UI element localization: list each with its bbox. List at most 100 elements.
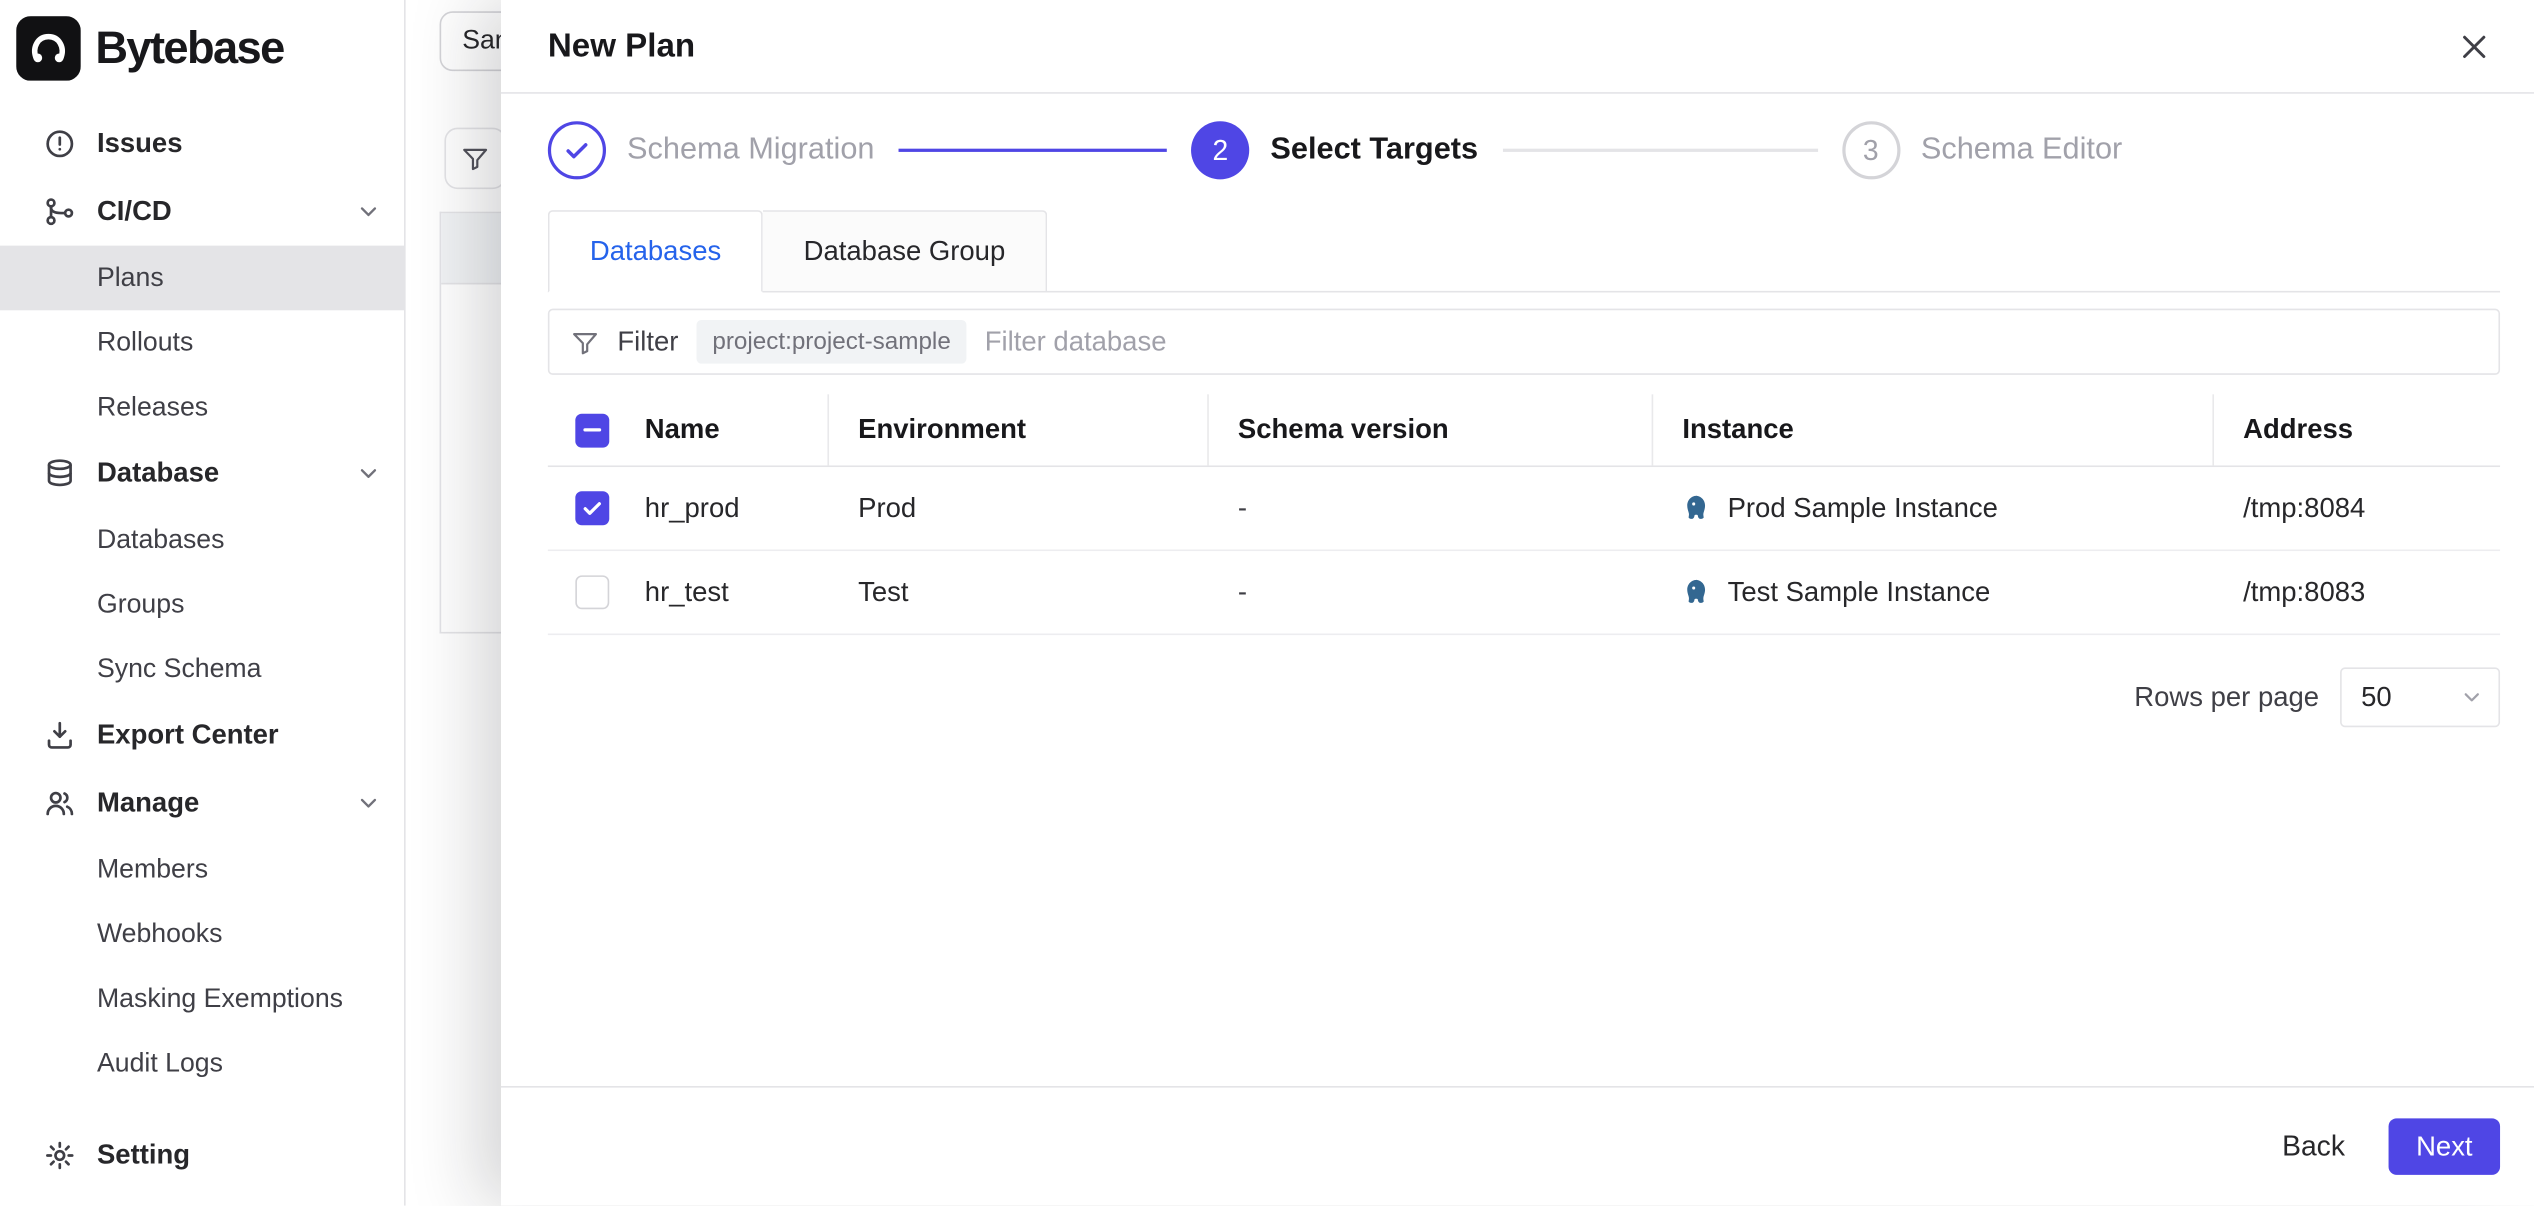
background-filter-button[interactable] xyxy=(444,127,506,190)
sidebar-item-webhooks[interactable]: Webhooks xyxy=(0,902,404,967)
indeterminate-dash-icon xyxy=(583,427,602,432)
column-header-schema-version: Schema version xyxy=(1237,413,1449,445)
sidebar-item-cicd[interactable]: CI/CD xyxy=(0,178,404,246)
sidebar-item-label: Manage xyxy=(96,787,200,818)
database-row-hr-test[interactable]: hr_test Test - Test Sample Instance /tmp… xyxy=(547,551,2501,636)
sidebar: Bytebase Issues CI/CD Plans Rollouts Rel… xyxy=(0,0,406,1206)
select-all-checkbox[interactable] xyxy=(575,412,610,447)
rows-per-page-select[interactable]: 50 xyxy=(2340,667,2501,728)
schema-version: - xyxy=(1237,576,1248,607)
database-filter-bar[interactable]: Filter project:project-sample xyxy=(547,308,2501,375)
sidebar-item-releases[interactable]: Releases xyxy=(0,375,404,440)
step-schema-migration: Schema Migration xyxy=(547,121,875,180)
sidebar-item-export-center[interactable]: Export Center xyxy=(0,701,404,769)
tab-databases[interactable]: Databases xyxy=(547,210,764,293)
step-connector xyxy=(1502,148,1818,152)
app-name: Bytebase xyxy=(95,22,285,73)
funnel-icon xyxy=(461,144,490,173)
next-button[interactable]: Next xyxy=(2388,1118,2501,1175)
sidebar-item-label: Setting xyxy=(96,1139,191,1171)
sidebar-item-label: Webhooks xyxy=(96,918,223,948)
check-icon xyxy=(561,134,593,166)
filter-label: Filter xyxy=(617,325,679,357)
tab-label: Databases xyxy=(589,235,722,266)
step-label: Select Targets xyxy=(1270,132,1479,167)
sidebar-item-setting[interactable]: Setting xyxy=(0,1122,404,1190)
chevron-down-icon xyxy=(356,461,382,487)
row-checkbox[interactable] xyxy=(575,575,610,610)
export-icon xyxy=(44,719,76,751)
environment-name: Test xyxy=(858,576,909,607)
step-done-circle xyxy=(547,121,607,180)
database-row-hr-prod[interactable]: hr_prod Prod - Prod Sample Instance /tmp… xyxy=(547,467,2501,552)
sidebar-item-databases[interactable]: Databases xyxy=(0,507,404,572)
instance-name: Test Sample Instance xyxy=(1727,576,1991,607)
sidebar-item-masking-exemptions[interactable]: Masking Exemptions xyxy=(0,966,404,1031)
pipeline-icon xyxy=(44,196,76,228)
environment-name: Prod xyxy=(858,492,917,523)
sidebar-item-members[interactable]: Members xyxy=(0,837,404,902)
schema-version: - xyxy=(1237,492,1248,523)
issues-icon xyxy=(44,128,76,160)
sidebar-item-label: Issues xyxy=(96,127,183,159)
tab-database-group[interactable]: Database Group xyxy=(763,210,1048,293)
column-header-instance: Instance xyxy=(1682,413,1794,445)
databases-table: Name Environment Schema version Instance… xyxy=(547,394,2501,636)
step-connector-done xyxy=(898,148,1168,152)
sidebar-item-label: Masking Exemptions xyxy=(96,983,343,1013)
sidebar-item-database[interactable]: Database xyxy=(0,440,404,508)
sidebar-item-label: Audit Logs xyxy=(96,1048,223,1078)
sidebar-item-groups[interactable]: Groups xyxy=(0,572,404,637)
close-icon[interactable] xyxy=(2456,28,2492,64)
step-number: 2 xyxy=(1212,133,1229,166)
bytebase-logo[interactable]: Bytebase xyxy=(0,0,404,97)
database-icon xyxy=(44,457,76,489)
app-viewport: Bytebase Issues CI/CD Plans Rollouts Rel… xyxy=(0,0,2534,1206)
new-plan-dialog: New Plan Schema Migration 2 Select Targe… xyxy=(500,0,2534,1206)
postgres-icon xyxy=(1682,577,1713,608)
bytebase-logo-icon xyxy=(16,16,81,81)
gear-icon xyxy=(44,1139,76,1171)
dialog-footer: Back Next xyxy=(500,1085,2534,1206)
instance-address: /tmp:8083 xyxy=(2243,576,2366,607)
chevron-down-icon xyxy=(356,199,382,225)
step-select-targets: 2 Select Targets xyxy=(1191,121,1479,180)
sidebar-item-manage[interactable]: Manage xyxy=(0,769,404,837)
dialog-body: Schema Migration 2 Select Targets 3 Sche… xyxy=(501,94,2534,1086)
sidebar-item-label: Export Center xyxy=(96,719,279,750)
check-icon xyxy=(580,496,604,520)
step-upcoming-circle: 3 xyxy=(1841,121,1900,180)
step-label: Schema Editor xyxy=(1920,132,2123,167)
target-type-tabs: Databases Database Group xyxy=(547,210,2501,293)
back-button[interactable]: Back xyxy=(2282,1130,2345,1164)
table-header-row: Name Environment Schema version Instance… xyxy=(547,394,2501,468)
pagination-row: Rows per page 50 xyxy=(548,667,2501,728)
sidebar-item-audit-logs[interactable]: Audit Logs xyxy=(0,1031,404,1096)
sidebar-item-rollouts[interactable]: Rollouts xyxy=(0,310,404,375)
row-checkbox[interactable] xyxy=(575,491,610,526)
sidebar-item-label: Releases xyxy=(96,391,209,421)
step-schema-editor: 3 Schema Editor xyxy=(1841,121,2123,180)
step-number: 3 xyxy=(1862,133,1879,166)
dialog-header: New Plan xyxy=(500,0,2534,94)
sidebar-item-issues[interactable]: Issues xyxy=(0,110,404,178)
sidebar-item-label: Groups xyxy=(96,589,185,619)
filter-scope-chip[interactable]: project:project-sample xyxy=(696,319,967,364)
column-header-name: Name xyxy=(644,413,720,445)
sidebar-item-label: Databases xyxy=(96,524,225,554)
sidebar-item-label: Database xyxy=(96,457,220,489)
step-current-circle: 2 xyxy=(1191,121,1250,180)
sidebar-item-label: Members xyxy=(96,854,209,884)
database-name: hr_test xyxy=(644,576,729,607)
database-name: hr_prod xyxy=(644,492,740,523)
sidebar-item-plans[interactable]: Plans xyxy=(0,245,405,311)
chevron-down-icon xyxy=(2460,685,2484,709)
sidebar-item-label: Plans xyxy=(96,262,164,292)
sidebar-item-sync-schema[interactable]: Sync Schema xyxy=(0,637,404,702)
funnel-icon xyxy=(570,327,599,356)
filter-database-input[interactable] xyxy=(984,325,2478,358)
step-label: Schema Migration xyxy=(627,132,875,167)
column-header-environment: Environment xyxy=(858,413,1027,445)
sidebar-item-label: Rollouts xyxy=(96,327,194,357)
sidebar-item-label: Sync Schema xyxy=(96,653,262,683)
